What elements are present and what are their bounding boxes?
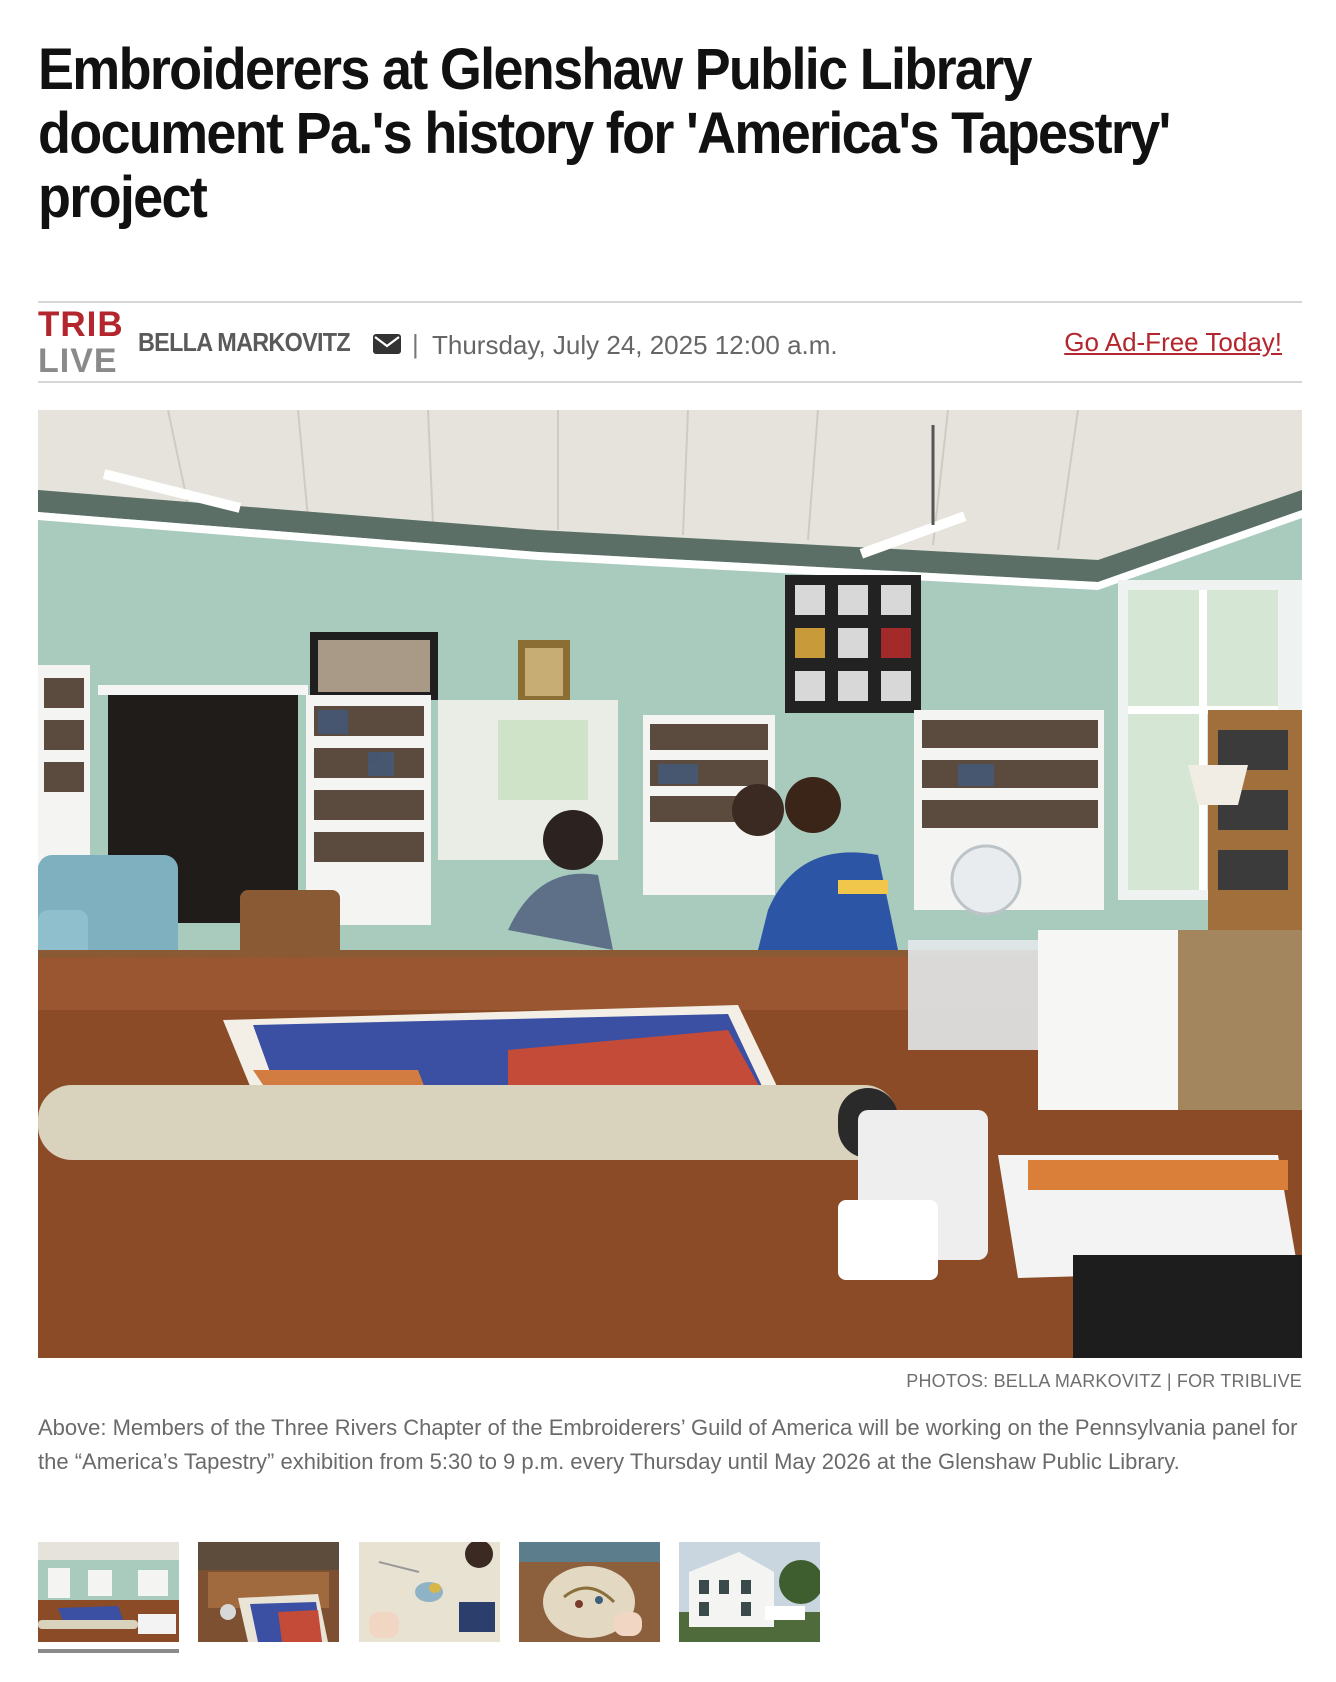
photo-credit: PHOTOS: BELLA MARKOVITZ | FOR TRIBLIVE — [906, 1371, 1302, 1391]
go-ad-free-link[interactable]: Go Ad-Free Today! — [1064, 327, 1282, 358]
logo-live-text: LIVE — [38, 342, 118, 380]
photo-gallery-thumbnails — [38, 1542, 838, 1654]
triblive-logo[interactable]: TRIB LIVE — [38, 305, 124, 380]
author-name[interactable]: BELLA MARKOVITZ — [138, 327, 351, 358]
logo-trib-text: TRIB — [38, 305, 124, 344]
gallery-thumbnail[interactable] — [679, 1542, 820, 1642]
envelope-icon[interactable] — [373, 334, 401, 354]
gallery-thumbnail[interactable] — [519, 1542, 660, 1642]
active-thumbnail-indicator — [38, 1649, 179, 1653]
byline-bar: TRIB LIVE BELLA MARKOVITZ | Thursday, Ju… — [38, 301, 1302, 383]
photo-caption: Above: Members of the Three Rivers Chapt… — [38, 1415, 1298, 1474]
gallery-thumbnail[interactable] — [359, 1542, 500, 1642]
byline-separator: | — [412, 329, 419, 359]
gallery-thumbnail[interactable] — [198, 1542, 339, 1642]
article-headline: Embroiderers at Glenshaw Public Library … — [38, 37, 1171, 230]
hero-photo[interactable] — [38, 410, 1302, 1358]
publish-date: Thursday, July 24, 2025 12:00 a.m. — [432, 330, 838, 360]
gallery-thumbnail[interactable] — [38, 1542, 179, 1642]
